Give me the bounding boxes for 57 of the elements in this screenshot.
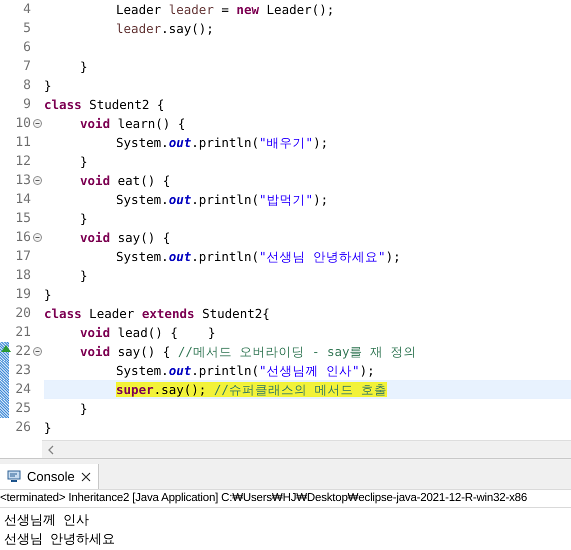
- line-number: 4: [22, 1, 31, 19]
- code-line: }: [44, 286, 52, 304]
- code-line: void say() { //메서드 오버라이딩 - say를 재 정의: [79, 343, 417, 361]
- code-line: }: [44, 77, 52, 95]
- close-icon[interactable]: [80, 472, 91, 482]
- code-line: }: [79, 400, 88, 418]
- line-number: 23: [14, 362, 31, 380]
- code-line: void eat() {: [79, 172, 170, 190]
- line-number: 26: [14, 419, 31, 437]
- code-line: System.out.println("밥먹기");: [115, 191, 328, 209]
- code-line: System.out.println("선생님께 인사");: [115, 362, 375, 380]
- code-line: void learn() {: [79, 115, 186, 133]
- console-status: <terminated> Inheritance2 [Java Application] C:₩Users₩HJ₩Desktop₩eclipse-java-2021-12-R-win32-x86: [0, 491, 528, 506]
- line-number: 8: [22, 77, 31, 95]
- line-number: 22: [14, 343, 31, 361]
- line-number: 25: [14, 400, 31, 418]
- code-line: }: [79, 153, 88, 171]
- line-number: 18: [14, 267, 31, 285]
- code-line: super.say(); //슈퍼클래스의 메서드 호출: [115, 381, 387, 399]
- line-number: 24: [14, 381, 31, 399]
- code-line: }: [79, 267, 88, 285]
- code-line: void say() {: [79, 229, 170, 247]
- code-line: System.out.println("선생님 안녕하세요");: [115, 248, 401, 266]
- fold-minus-icon[interactable]: [33, 233, 42, 242]
- code-line: class Student2 {: [44, 96, 164, 114]
- line-number: 19: [14, 286, 31, 304]
- line-number: 13: [14, 172, 31, 190]
- code-line: class Leader extends Student2{: [44, 305, 270, 323]
- horizontal-scrollbar[interactable]: [42, 440, 571, 458]
- line-number: 10: [14, 115, 31, 133]
- fold-minus-icon[interactable]: [33, 347, 42, 356]
- line-number: 16: [14, 229, 31, 247]
- line-number: 7: [22, 58, 31, 76]
- line-number: 9: [22, 96, 31, 114]
- line-number: 11: [14, 134, 31, 152]
- code-line: }: [79, 210, 88, 228]
- console-output-line: 선생님 안녕하세요: [3, 530, 116, 548]
- line-number: 14: [14, 191, 31, 209]
- line-number: 15: [14, 210, 31, 228]
- chevron-left-icon[interactable]: [48, 444, 54, 454]
- line-number: 6: [22, 39, 31, 57]
- fold-minus-icon[interactable]: [33, 176, 42, 185]
- line-number: 12: [14, 153, 31, 171]
- line-number: 20: [14, 305, 31, 323]
- code-line: Leader leader = new Leader();: [115, 1, 334, 19]
- line-number: 5: [22, 20, 31, 38]
- code-line: }: [44, 419, 52, 437]
- code-line: System.out.println("배우기");: [115, 134, 328, 152]
- monitor-icon: [7, 470, 21, 483]
- code-line: leader.say();: [115, 20, 214, 38]
- code-line: }: [79, 58, 88, 76]
- line-number: 17: [14, 248, 31, 266]
- console-tab[interactable]: Console: [0, 464, 99, 489]
- fold-minus-icon[interactable]: [33, 119, 42, 128]
- console-output-line: 선생님께 인사: [3, 511, 90, 529]
- line-number: 21: [14, 324, 31, 342]
- code-line: void lead() { }: [79, 324, 216, 342]
